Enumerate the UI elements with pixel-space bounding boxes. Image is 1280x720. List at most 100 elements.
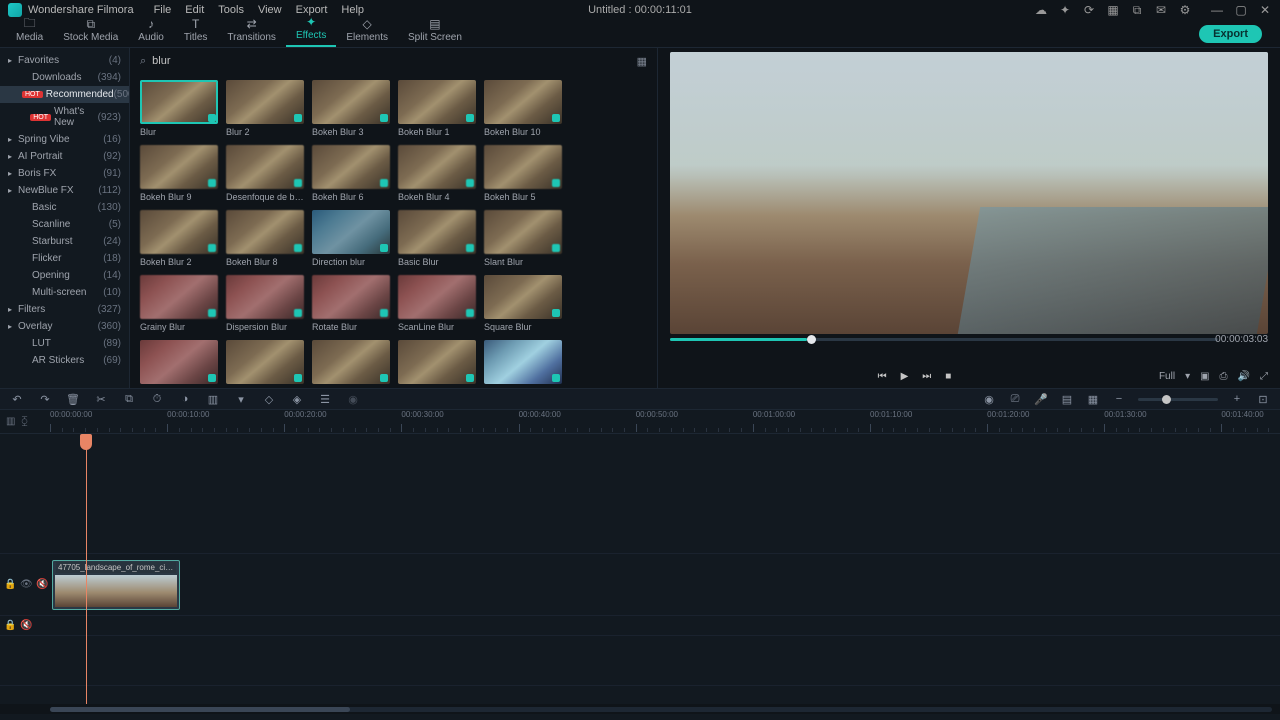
sidebar-item-opening[interactable]: Opening(14) — [0, 267, 129, 284]
timeline-scrollbar[interactable] — [50, 707, 350, 712]
effect-bokeh-blur-10[interactable]: Bokeh Blur 10 — [484, 80, 562, 137]
sidebar-item-boris-fx[interactable]: ▸Boris FX(91) — [0, 165, 129, 182]
volume-icon[interactable]: 🔊 — [1238, 371, 1250, 382]
stop-button[interactable]: ■ — [945, 371, 951, 382]
audio-mute-icon[interactable]: 🔇 — [20, 620, 31, 631]
keyframe-icon[interactable]: ◇ — [262, 392, 276, 406]
effect-blur-to-clear[interactable]: Blur to Clear — [140, 340, 218, 388]
effect-bokeh-blur-3[interactable]: Bokeh Blur 3 — [312, 80, 390, 137]
track-visible-icon[interactable]: 👁 — [20, 579, 31, 590]
video-clip[interactable]: 47705_landscape_of_rome_city_with_river — [52, 560, 180, 610]
sparkle-icon[interactable]: ✦ — [1058, 3, 1072, 17]
sidebar-item-ai-portrait[interactable]: ▸AI Portrait(92) — [0, 148, 129, 165]
speed-icon[interactable]: ⏱ — [150, 392, 164, 406]
sidebar-item-multi-screen[interactable]: Multi-screen(10) — [0, 284, 129, 301]
delete-icon[interactable]: 🗑 — [66, 392, 80, 406]
effect-bokeh-blur-8[interactable]: Bokeh Blur 8 — [226, 210, 304, 267]
menu-help[interactable]: Help — [341, 4, 364, 16]
menu-tools[interactable]: Tools — [218, 4, 244, 16]
search-input[interactable] — [152, 55, 630, 67]
cloud-icon[interactable]: ☁ — [1034, 3, 1048, 17]
keyframe2-icon[interactable]: ◈ — [290, 392, 304, 406]
mic-icon[interactable]: 🎤 — [1034, 392, 1048, 406]
zoom-slider[interactable] — [1138, 398, 1218, 401]
voiceover-icon[interactable]: ◉ — [346, 392, 360, 406]
sidebar-item-overlay[interactable]: ▸Overlay(360) — [0, 318, 129, 335]
playhead[interactable] — [80, 434, 92, 450]
crop-icon[interactable]: ⧉ — [122, 392, 136, 406]
minimize-icon[interactable]: — — [1210, 3, 1224, 17]
guide-icon[interactable]: ▦ — [1086, 392, 1100, 406]
menu-file[interactable]: File — [154, 4, 172, 16]
magnet-icon[interactable]: ⧲ — [21, 416, 27, 427]
effect-amflash[interactable]: AmFlash — [312, 340, 390, 388]
sidebar-item-filters[interactable]: ▸Filters(327) — [0, 301, 129, 318]
list-icon[interactable]: ☰ — [318, 392, 332, 406]
sidebar-item-downloads[interactable]: Downloads(394) — [0, 69, 129, 86]
audio-lock-icon[interactable]: 🔒 — [4, 620, 15, 631]
sidebar-item-what-s-new[interactable]: HOTWhat's New(923) — [0, 103, 129, 131]
sync-icon[interactable]: ⟳ — [1082, 3, 1096, 17]
camera-icon[interactable]: ⎙ — [1220, 371, 1228, 382]
mail-icon[interactable]: ✉ — [1154, 3, 1168, 17]
tab-effects[interactable]: ✦Effects — [286, 15, 336, 47]
sidebar-item-recommended[interactable]: HOTRecommended(500) — [0, 86, 129, 103]
sidebar-item-basic[interactable]: Basic(130) — [0, 199, 129, 216]
effect-grainy-blur[interactable]: Grainy Blur — [140, 275, 218, 332]
tab-transitions[interactable]: ⇄Transitions — [217, 17, 286, 47]
effect-bokeh-blur-6[interactable]: Bokeh Blur 6 — [312, 145, 390, 202]
effect-basic-blur[interactable]: Basic Blur — [398, 210, 476, 267]
preview-viewport[interactable] — [670, 52, 1268, 334]
export-button[interactable]: Export — [1199, 25, 1262, 43]
zoom-out-icon[interactable]: − — [1112, 392, 1126, 406]
menu-view[interactable]: View — [258, 4, 282, 16]
next-frame-button[interactable]: ⏭ — [922, 371, 931, 382]
quality-dropdown-icon[interactable]: ▾ — [1185, 371, 1190, 382]
split-icon[interactable]: ✂ — [94, 392, 108, 406]
maximize-icon[interactable]: ▢ — [1234, 3, 1248, 17]
track-manager-icon[interactable]: ▥ — [6, 416, 15, 427]
effect-dispersion-blur[interactable]: Dispersion Blur — [226, 275, 304, 332]
tab-stock-media[interactable]: ⧉Stock Media — [53, 17, 128, 47]
tab-elements[interactable]: ◇Elements — [336, 17, 398, 47]
effect-bokeh-blur-5[interactable]: Bokeh Blur 5 — [484, 145, 562, 202]
effect-blue-explosion[interactable]: Blue Explosion — [484, 340, 562, 388]
tab-audio[interactable]: ♪Audio — [128, 17, 174, 47]
color-icon[interactable]: ◑ — [178, 392, 192, 406]
effect-direction-blur[interactable]: Direction blur — [312, 210, 390, 267]
fullscreen-icon[interactable]: ⤢ — [1260, 371, 1268, 382]
track-lock-icon[interactable]: 🔒 — [4, 579, 15, 590]
close-icon[interactable]: ✕ — [1258, 3, 1272, 17]
marker-dropdown-icon[interactable]: ▾ — [234, 392, 248, 406]
effect-desenfoque-de-bokeh-[interactable]: Desenfoque de bokeh... — [226, 145, 304, 202]
effect-scanline-blur[interactable]: ScanLine Blur — [398, 275, 476, 332]
render-icon[interactable]: ▤ — [1060, 392, 1074, 406]
menu-edit[interactable]: Edit — [185, 4, 204, 16]
grid-icon[interactable]: ▦ — [1106, 3, 1120, 17]
effect-bokeh-blur-4[interactable]: Bokeh Blur 4 — [398, 145, 476, 202]
sidebar-item-spring-vibe[interactable]: ▸Spring Vibe(16) — [0, 131, 129, 148]
settings-icon[interactable]: ⚙ — [1178, 3, 1192, 17]
effect-blur-2[interactable]: Blur 2 — [226, 80, 304, 137]
sidebar-item-lut[interactable]: LUT(89) — [0, 335, 129, 352]
effect-tilt-shift-linear[interactable]: Tilt-shift Linear — [226, 340, 304, 388]
preview-scrubber[interactable] — [670, 338, 1218, 341]
tab-split-screen[interactable]: ▤Split Screen — [398, 17, 472, 47]
effect-bokeh-blur-9[interactable]: Bokeh Blur 9 — [140, 145, 218, 202]
record-icon[interactable]: ◉ — [982, 392, 996, 406]
tab-titles[interactable]: TTitles — [174, 17, 218, 47]
effect-up-down-2[interactable]: Up-Down 2 — [398, 340, 476, 388]
effect-blur[interactable]: Blur — [140, 80, 218, 137]
track-mute-icon[interactable]: 🔇 — [36, 579, 47, 590]
tab-media[interactable]: 🗀Media — [6, 17, 53, 47]
grid-view-icon[interactable]: ▦ — [637, 55, 647, 68]
effect-bokeh-blur-2[interactable]: Bokeh Blur 2 — [140, 210, 218, 267]
zoom-fit-icon[interactable]: ⊡ — [1256, 392, 1270, 406]
mixer-icon[interactable]: ⎚ — [1008, 392, 1022, 406]
prev-frame-button[interactable]: ⏮ — [878, 371, 887, 382]
sidebar-item-newblue-fx[interactable]: ▸NewBlue FX(112) — [0, 182, 129, 199]
sidebar-item-scanline[interactable]: Scanline(5) — [0, 216, 129, 233]
greenscreen-icon[interactable]: ▥ — [206, 392, 220, 406]
undo-icon[interactable]: ↶ — [10, 392, 24, 406]
sidebar-item-favorites[interactable]: ▸Favorites(4) — [0, 52, 129, 69]
